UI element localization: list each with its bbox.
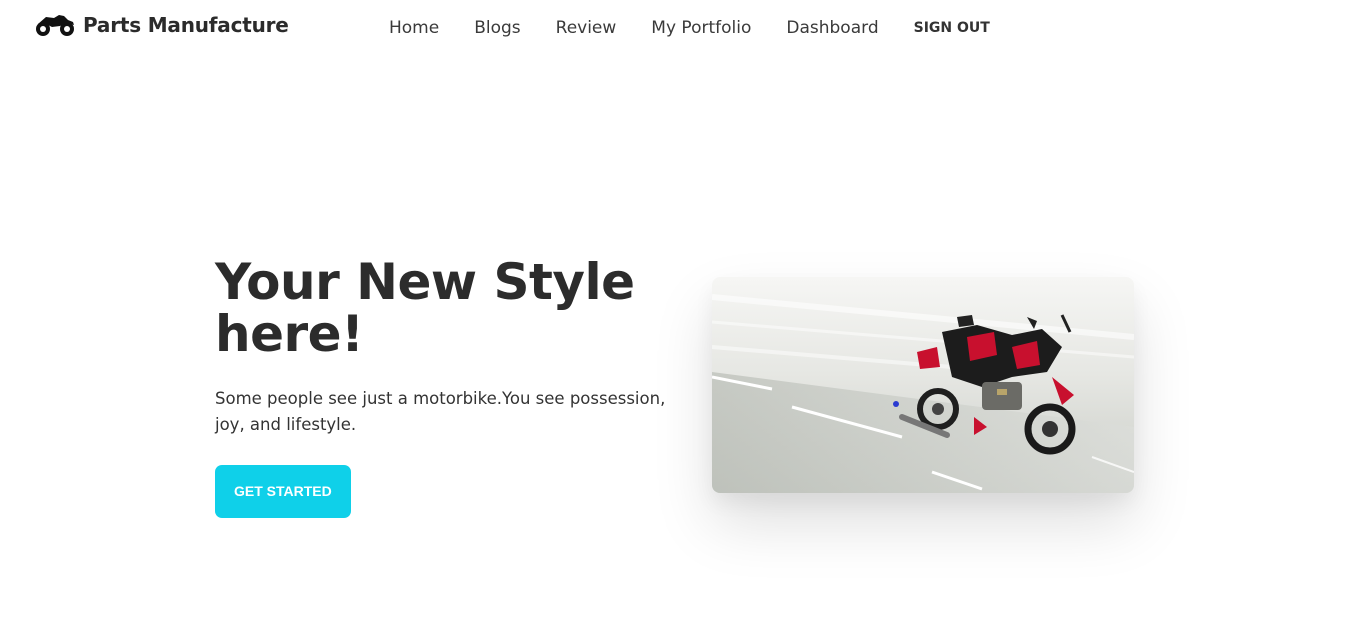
nav-link-my-portfolio[interactable]: My Portfolio <box>651 17 751 39</box>
hero-title: Your New Style here! <box>215 253 635 363</box>
nav-links: Home Blogs Review My Portfolio Dashboard… <box>389 16 990 39</box>
brand-logo-link[interactable]: Parts Manufacture <box>34 12 289 38</box>
brand-name: Parts Manufacture <box>83 13 289 37</box>
nav-link-home[interactable]: Home <box>389 17 439 39</box>
navbar: Parts Manufacture Home Blogs Review My P… <box>0 0 1346 56</box>
nav-link-blogs[interactable]: Blogs <box>474 17 520 39</box>
motorcycle-icon <box>34 12 76 38</box>
hero-section: Your New Style here! Some people see jus… <box>215 256 685 518</box>
nav-link-dashboard[interactable]: Dashboard <box>786 17 878 39</box>
hero-subtitle: Some people see just a motorbike.You see… <box>215 389 666 434</box>
sign-out-button[interactable]: SIGN OUT <box>914 17 990 39</box>
nav-link-review[interactable]: Review <box>556 17 617 39</box>
get-started-button[interactable]: GET STARTED <box>215 465 351 518</box>
hero-image <box>712 277 1134 493</box>
